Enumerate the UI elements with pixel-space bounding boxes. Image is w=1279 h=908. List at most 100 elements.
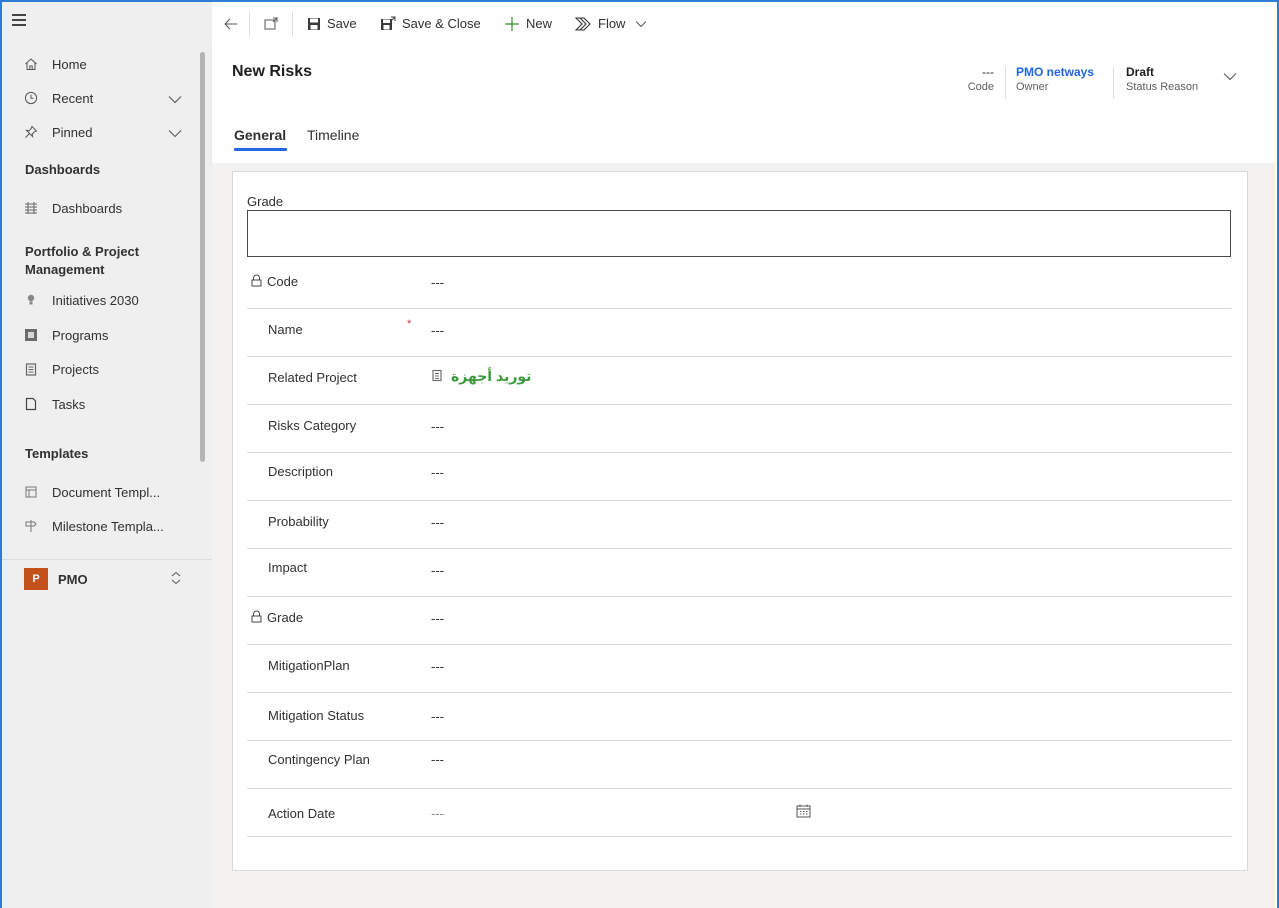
save-icon xyxy=(307,17,321,31)
field-row-code: Code --- xyxy=(247,260,1231,309)
related-project-lookup[interactable]: توريد أجهزة xyxy=(431,368,531,385)
chevron-down-icon xyxy=(635,20,647,28)
sidebar-item-initiatives[interactable]: Initiatives 2030 xyxy=(2,285,200,315)
form-section: Grade Code --- Name * --- Related Projec… xyxy=(232,171,1248,871)
area-avatar: P xyxy=(24,568,48,590)
header-field-value: --- xyxy=(982,65,994,79)
group-header-dashboards: Dashboards xyxy=(25,162,101,177)
tab-timeline[interactable]: Timeline xyxy=(307,127,359,143)
new-label: New xyxy=(526,16,553,31)
header-field-label: Owner xyxy=(1016,81,1049,93)
sidebar-item-document-templates[interactable]: Document Templ... xyxy=(2,477,200,507)
command-bar: Save Save & Close New Flow xyxy=(212,2,1275,46)
field-label: Contingency Plan xyxy=(268,752,370,767)
mitigation-status-select[interactable]: --- xyxy=(431,709,444,724)
field-row-mitigation-plan: MitigationPlan --- xyxy=(247,644,1231,693)
sidebar-item-label: Programs xyxy=(52,327,109,343)
flow-button[interactable]: Flow xyxy=(575,2,653,45)
save-and-close-icon xyxy=(380,16,396,31)
field-label: Description xyxy=(268,464,334,479)
field-label: Risks Category xyxy=(268,418,357,433)
mitigation-plan-input[interactable]: --- xyxy=(431,659,444,674)
group-header-templates: Templates xyxy=(25,446,89,461)
field-row-name: Name * --- xyxy=(247,308,1231,357)
field-label: Grade xyxy=(267,610,304,625)
sitemap-sidebar: Home Recent Pinned Dashboards Dashboards… xyxy=(2,2,212,908)
field-value: --- xyxy=(431,611,444,626)
home-icon xyxy=(24,57,38,71)
form-header: New Risks --- Code PMO netways Owner Dra… xyxy=(212,45,1275,164)
save-and-close-button[interactable]: Save & Close xyxy=(380,2,481,45)
sidebar-item-recent[interactable]: Recent xyxy=(2,83,200,113)
field-value: --- xyxy=(431,275,444,290)
flow-label: Flow xyxy=(598,16,626,31)
save-button[interactable]: Save xyxy=(307,2,357,45)
field-row-contingency-plan: Contingency Plan --- xyxy=(247,740,1231,789)
header-divider xyxy=(1005,67,1006,99)
group-header-ppm: Portfolio & Project Management xyxy=(25,243,139,279)
hamburger-menu-icon[interactable] xyxy=(12,14,26,26)
new-button[interactable]: New xyxy=(504,2,552,45)
name-input[interactable]: --- xyxy=(431,323,444,338)
active-tab-indicator xyxy=(234,148,287,151)
header-field-value: Draft xyxy=(1126,65,1155,79)
header-field-code: --- Code xyxy=(954,65,994,93)
open-in-new-window-button[interactable] xyxy=(264,2,284,45)
group-header-line: Portfolio & Project xyxy=(25,244,140,259)
group-header-line: Management xyxy=(25,262,105,277)
lock-icon xyxy=(251,610,262,626)
field-row-probability: Probability --- xyxy=(247,500,1231,549)
header-field-status-reason: Draft Status Reason xyxy=(1126,65,1198,93)
area-switcher[interactable]: P PMO xyxy=(24,568,88,590)
header-field-label: Status Reason xyxy=(1126,81,1199,93)
grade-text-input[interactable] xyxy=(247,210,1231,257)
sidebar-item-label: Initiatives 2030 xyxy=(52,292,139,308)
chevron-down-icon[interactable] xyxy=(168,126,182,141)
field-label: MitigationPlan xyxy=(268,658,350,673)
sidebar-scrollbar[interactable] xyxy=(200,52,205,462)
grade-textbox-label: Grade xyxy=(247,194,284,209)
sidebar-item-home[interactable]: Home xyxy=(2,49,200,79)
field-row-related-project: Related Project توريد أجهزة xyxy=(247,356,1231,405)
sidebar-item-pinned[interactable]: Pinned xyxy=(2,117,200,147)
field-row-impact: Impact --- xyxy=(247,548,1231,597)
impact-select[interactable]: --- xyxy=(431,563,444,578)
owner-link[interactable]: PMO netways xyxy=(1016,65,1094,79)
sidebar-item-label: Dashboards xyxy=(52,200,123,216)
sidebar-item-label: Recent xyxy=(52,90,94,106)
risks-category-select[interactable]: --- xyxy=(431,419,444,434)
action-date-input[interactable]: --- xyxy=(431,806,444,821)
field-label: Name xyxy=(268,322,303,337)
sidebar-item-milestone-templates[interactable]: Milestone Templa... xyxy=(2,511,200,541)
calendar-icon[interactable] xyxy=(796,804,811,821)
sidebar-item-dashboards[interactable]: Dashboards xyxy=(2,193,200,223)
back-button[interactable] xyxy=(224,2,244,45)
chevron-up-down-icon[interactable] xyxy=(170,571,182,588)
field-row-description: Description --- xyxy=(247,452,1231,501)
sidebar-item-programs[interactable]: Programs xyxy=(2,320,200,350)
lightbulb-icon xyxy=(24,293,38,307)
project-record-icon xyxy=(431,369,443,385)
related-project-link[interactable]: توريد أجهزة xyxy=(451,368,531,385)
field-label: Impact xyxy=(268,560,308,575)
sidebar-item-label: Projects xyxy=(52,361,99,377)
sidebar-item-tasks[interactable]: Tasks xyxy=(2,389,200,419)
save-and-close-label: Save & Close xyxy=(402,16,481,31)
tab-general[interactable]: General xyxy=(234,127,286,143)
toolbar-divider xyxy=(249,12,250,36)
flow-icon xyxy=(575,16,592,31)
header-expand-chevron-icon[interactable] xyxy=(1223,69,1237,84)
description-input[interactable]: --- xyxy=(431,465,444,480)
header-field-owner[interactable]: PMO netways Owner xyxy=(1016,65,1094,93)
program-icon xyxy=(24,328,38,342)
contingency-plan-input[interactable]: --- xyxy=(431,752,444,767)
probability-select[interactable]: --- xyxy=(431,515,444,530)
chevron-down-icon[interactable] xyxy=(168,92,182,107)
sidebar-item-projects[interactable]: Projects xyxy=(2,354,200,384)
save-label: Save xyxy=(327,16,357,31)
sidebar-item-label: Document Templ... xyxy=(52,484,161,500)
sidebar-item-label: Tasks xyxy=(52,396,86,412)
sidebar-item-label: Milestone Templa... xyxy=(52,518,164,534)
field-row-mitigation-status: Mitigation Status --- xyxy=(247,692,1231,741)
field-row-grade: Grade --- xyxy=(247,596,1231,645)
